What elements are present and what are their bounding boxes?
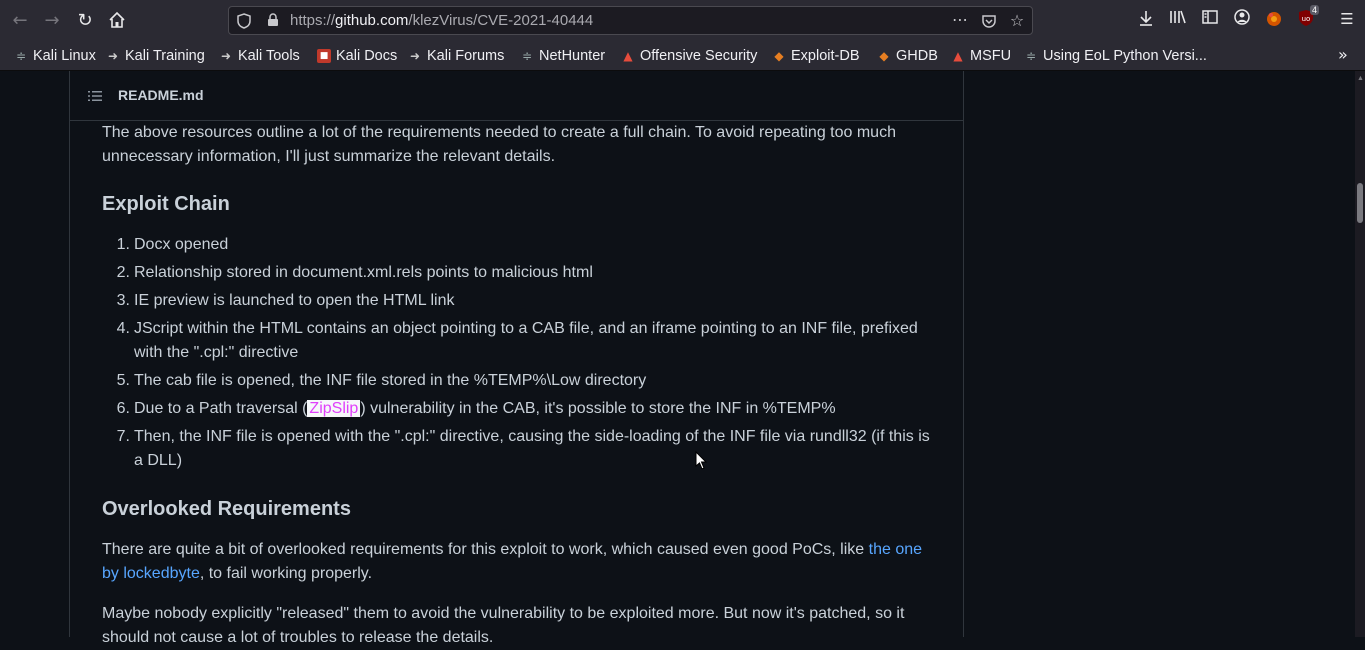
bookmarks-overflow-icon[interactable]: » (1338, 45, 1348, 64)
exploit-db-icon: ◆ (774, 49, 784, 63)
bookmark-kali-docs[interactable]: ■ Kali Docs (317, 47, 397, 65)
pocket-icon[interactable] (981, 13, 997, 29)
svg-text:uo: uo (1302, 15, 1311, 23)
list-text: Relationship stored in document.xml.rels… (134, 264, 593, 281)
menu-icon[interactable]: ☰ (1337, 9, 1357, 29)
url-host: github.com (335, 12, 409, 29)
shield-icon[interactable] (236, 13, 252, 29)
list-item: 4. JScript within the HTML contains an ob… (102, 317, 932, 365)
account-icon[interactable] (1232, 9, 1252, 29)
list-number: 1. (116, 236, 130, 253)
exploit-chain-list: 1. Docx opened 2. Relationship stored in d… (102, 233, 932, 477)
bookmark-label: Kali Linux (33, 48, 96, 64)
paragraph-text: , to fail working properly. (199, 565, 373, 582)
bookmark-label: Kali Forums (427, 48, 505, 64)
bookmark-kali-tools[interactable]: ➜ Kali Tools (219, 47, 300, 65)
list-text: Docx opened (134, 236, 229, 253)
kali-dragon-icon: ≑ (1025, 49, 1037, 63)
url-path: /klezVirus/CVE-2021-40444 (408, 12, 594, 29)
kali-docs-icon: ■ (317, 49, 331, 63)
home-icon[interactable] (105, 8, 129, 32)
bookmark-offensive-security[interactable]: ▲ Offensive Security (621, 47, 757, 65)
url-text[interactable]: https://github.com/klezVirus/CVE-2021-40… (290, 12, 593, 29)
list-number: 2. (116, 264, 130, 281)
list-number: 5. (116, 372, 130, 389)
list-number: 6. (116, 400, 130, 417)
text-cursor-icon (695, 450, 709, 471)
offsec-icon: ▲ (953, 49, 963, 63)
list-text: The cab file is opened, the INF file sto… (134, 372, 647, 389)
readme-box: README.md The above resources outline a … (69, 71, 964, 646)
url-prefix: https:// (290, 12, 336, 29)
readme-header: README.md (70, 71, 963, 121)
bookmark-label: Exploit-DB (791, 48, 860, 64)
heading-exploit-chain: Exploit Chain (102, 193, 230, 215)
bookmarks-toolbar: ≑ Kali Linux ➜ Kali Training ➜ Kali Tools ■… (0, 40, 1365, 71)
nethunter-icon: ≑ (521, 49, 533, 63)
lock-icon[interactable] (265, 13, 281, 29)
intro-paragraph: The above resources outline a lot of the… (102, 124, 896, 165)
kali-dragon-icon: ➜ (220, 49, 232, 63)
paragraph-text: There are quite a bit of overlooked requ… (102, 541, 869, 558)
heading-overlooked-requirements: Overlooked Requirements (102, 498, 351, 520)
bookmark-kali-linux[interactable]: ≑ Kali Linux (14, 47, 96, 65)
reload-icon[interactable]: ↻ (73, 8, 97, 32)
kali-dragon-icon: ➜ (409, 49, 421, 63)
sidebar-icon[interactable] (1200, 9, 1220, 29)
extension-badge: 4 (1310, 5, 1320, 15)
list-number: 7. (116, 428, 130, 445)
readme-title: README.md (118, 87, 204, 103)
scroll-thumb[interactable] (1357, 183, 1363, 223)
list-number: 3. (116, 292, 130, 309)
list-item: 3. IE preview is launched to open the HTM… (102, 289, 932, 313)
kali-dragon-icon: ➜ (107, 49, 119, 63)
library-icon[interactable] (1168, 9, 1188, 29)
ghdb-icon: ◆ (879, 49, 889, 63)
browser-toolbar: ← → ↻ https://github.com/klezVirus/CVE-2… (0, 0, 1365, 40)
download-icon[interactable] (1136, 9, 1156, 29)
list-text: Due to a Path traversal ( (134, 400, 308, 417)
bookmark-nethunter[interactable]: ≑ NetHunter (520, 47, 605, 65)
offsec-icon: ▲ (623, 49, 633, 63)
bookmark-eol-python[interactable]: ≑ Using EoL Python Versi... (1024, 47, 1207, 65)
bookmark-label: Offensive Security (640, 48, 758, 64)
bookmark-label: Kali Training (125, 48, 205, 64)
maybe-paragraph: Maybe nobody explicitly "released" them … (102, 605, 905, 646)
page-content: README.md The above resources outline a … (0, 71, 1355, 646)
bookmark-label: Kali Tools (238, 48, 300, 64)
bookmark-kali-forums[interactable]: ➜ Kali Forums (408, 47, 504, 65)
bookmark-label: NetHunter (539, 48, 606, 64)
bookmark-kali-training[interactable]: ➜ Kali Training (106, 47, 205, 65)
list-text: JScript within the HTML contains an obje… (134, 320, 918, 361)
bookmark-ghdb[interactable]: ◆ GHDB (877, 47, 938, 65)
bookmark-msfu[interactable]: ▲ MSFU (951, 47, 1011, 65)
list-text: Then, the INF file is opened with the ".… (134, 428, 930, 469)
bookmark-exploit-db[interactable]: ◆ Exploit-DB (772, 47, 860, 65)
back-icon[interactable]: ← (8, 8, 32, 32)
list-item: 2. Relationship stored in document.xml.re… (102, 261, 932, 285)
kali-dragon-icon: ≑ (15, 49, 27, 63)
list-item: 7. Then, the INF file is opened with the … (102, 425, 932, 473)
list-item: 1. Docx opened (102, 233, 932, 257)
list-text: IE preview is launched to open the HTML … (134, 292, 455, 309)
list-text: ) vulnerability in the CAB, it's possibl… (360, 400, 836, 417)
list-number: 4. (116, 320, 130, 337)
zipslip-highlight: ZipSlip (307, 400, 361, 417)
scroll-up-icon[interactable]: ▲ (1357, 75, 1364, 82)
bookmark-label: GHDB (896, 48, 938, 64)
page-scrollbar[interactable]: ▲ (1355, 71, 1365, 637)
url-bar[interactable]: https://github.com/klezVirus/CVE-2021-40… (228, 6, 1033, 35)
extension-icon[interactable] (1264, 9, 1284, 29)
more-icon[interactable]: ⋯ (952, 12, 968, 28)
bookmark-star-icon[interactable]: ☆ (1009, 13, 1025, 29)
forward-icon[interactable]: → (40, 8, 64, 32)
bookmark-label: MSFU (970, 48, 1012, 64)
list-item: 5. The cab file is opened, the INF file s… (102, 369, 932, 393)
overlooked-paragraph: There are quite a bit of overlooked requ… (102, 538, 932, 586)
list-item: 6. Due to a Path traversal (ZipSlip) vuln… (102, 397, 932, 421)
list-icon[interactable] (87, 88, 103, 104)
bookmark-label: Using EoL Python Versi... (1043, 48, 1207, 64)
bookmark-label: Kali Docs (336, 48, 398, 64)
